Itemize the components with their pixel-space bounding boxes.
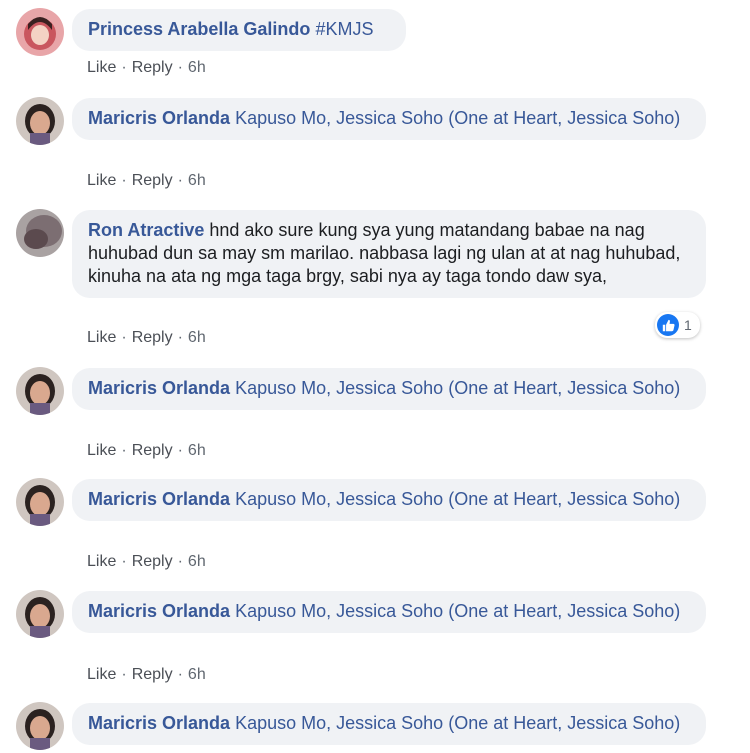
avatar-photo-icon[interactable] xyxy=(16,478,64,526)
comment-actions: Like · Reply · 6h xyxy=(87,441,206,461)
comment-author[interactable]: Ron Atractive xyxy=(88,220,204,240)
separator-dot: · xyxy=(177,666,183,683)
comment-bubble: Maricris Orlanda Kapuso Mo, Jessica Soho… xyxy=(72,479,706,521)
comment-actions: Like · Reply · 6h xyxy=(87,552,206,572)
reply-button[interactable]: Reply xyxy=(132,442,173,459)
page-mention-link[interactable]: Kapuso Mo, Jessica Soho (One at Heart, J… xyxy=(235,378,680,398)
like-button[interactable]: Like xyxy=(87,329,116,346)
like-button[interactable]: Like xyxy=(87,553,116,570)
reaction-badge[interactable]: 1 xyxy=(655,312,700,338)
comment-author[interactable]: Maricris Orlanda xyxy=(88,601,230,621)
comment-actions: Like · Reply · 6h xyxy=(87,58,206,78)
comment-actions: Like · Reply · 6h xyxy=(87,171,206,191)
reply-button[interactable]: Reply xyxy=(132,59,173,76)
avatar-photo-icon[interactable] xyxy=(16,367,64,415)
thumbs-up-icon xyxy=(657,314,679,336)
separator-dot: · xyxy=(177,553,183,570)
comment-bubble: Princess Arabella Galindo #KMJS xyxy=(72,9,406,51)
separator-dot: · xyxy=(121,666,127,683)
reply-button[interactable]: Reply xyxy=(132,553,173,570)
separator-dot: · xyxy=(121,442,127,459)
page-mention-link[interactable]: Kapuso Mo, Jessica Soho (One at Heart, J… xyxy=(235,713,680,733)
avatar-photo-icon[interactable] xyxy=(16,209,64,257)
avatar-photo-icon[interactable] xyxy=(16,590,64,638)
like-button[interactable]: Like xyxy=(87,442,116,459)
timestamp[interactable]: 6h xyxy=(188,442,206,459)
like-button[interactable]: Like xyxy=(87,666,116,683)
reply-button[interactable]: Reply xyxy=(132,172,173,189)
separator-dot: · xyxy=(121,329,127,346)
comment-actions: Like · Reply · 6h xyxy=(87,665,206,685)
like-button[interactable]: Like xyxy=(87,172,116,189)
comment-author[interactable]: Princess Arabella Galindo xyxy=(88,19,310,39)
comment-author[interactable]: Maricris Orlanda xyxy=(88,378,230,398)
comment-bubble: Maricris Orlanda Kapuso Mo, Jessica Soho… xyxy=(72,591,706,633)
comment-actions: Like · Reply · 6h xyxy=(87,328,206,348)
separator-dot: · xyxy=(121,172,127,189)
separator-dot: · xyxy=(177,172,183,189)
timestamp[interactable]: 6h xyxy=(188,553,206,570)
reply-button[interactable]: Reply xyxy=(132,329,173,346)
separator-dot: · xyxy=(121,59,127,76)
page-mention-link[interactable]: Kapuso Mo, Jessica Soho (One at Heart, J… xyxy=(235,601,680,621)
comment-bubble: Maricris Orlanda Kapuso Mo, Jessica Soho… xyxy=(72,368,706,410)
comment-author[interactable]: Maricris Orlanda xyxy=(88,108,230,128)
comment-bubble: Maricris Orlanda Kapuso Mo, Jessica Soho… xyxy=(72,98,706,140)
timestamp[interactable]: 6h xyxy=(188,329,206,346)
timestamp[interactable]: 6h xyxy=(188,666,206,683)
avatar-pink-icon[interactable] xyxy=(16,8,64,56)
timestamp[interactable]: 6h xyxy=(188,172,206,189)
avatar-photo-icon[interactable] xyxy=(16,702,64,750)
like-button[interactable]: Like xyxy=(87,59,116,76)
reaction-count: 1 xyxy=(684,317,692,333)
page-mention-link[interactable]: Kapuso Mo, Jessica Soho (One at Heart, J… xyxy=(235,108,680,128)
separator-dot: · xyxy=(177,59,183,76)
hashtag-link[interactable]: #KMJS xyxy=(315,19,373,39)
comment-bubble: Maricris Orlanda Kapuso Mo, Jessica Soho… xyxy=(72,703,706,745)
separator-dot: · xyxy=(177,329,183,346)
separator-dot: · xyxy=(177,442,183,459)
comment-bubble: Ron Atractive hnd ako sure kung sya yung… xyxy=(72,210,706,298)
separator-dot: · xyxy=(121,553,127,570)
page-mention-link[interactable]: Kapuso Mo, Jessica Soho (One at Heart, J… xyxy=(235,489,680,509)
reply-button[interactable]: Reply xyxy=(132,666,173,683)
timestamp[interactable]: 6h xyxy=(188,59,206,76)
comment-author[interactable]: Maricris Orlanda xyxy=(88,713,230,733)
avatar-photo-icon[interactable] xyxy=(16,97,64,145)
comment-author[interactable]: Maricris Orlanda xyxy=(88,489,230,509)
